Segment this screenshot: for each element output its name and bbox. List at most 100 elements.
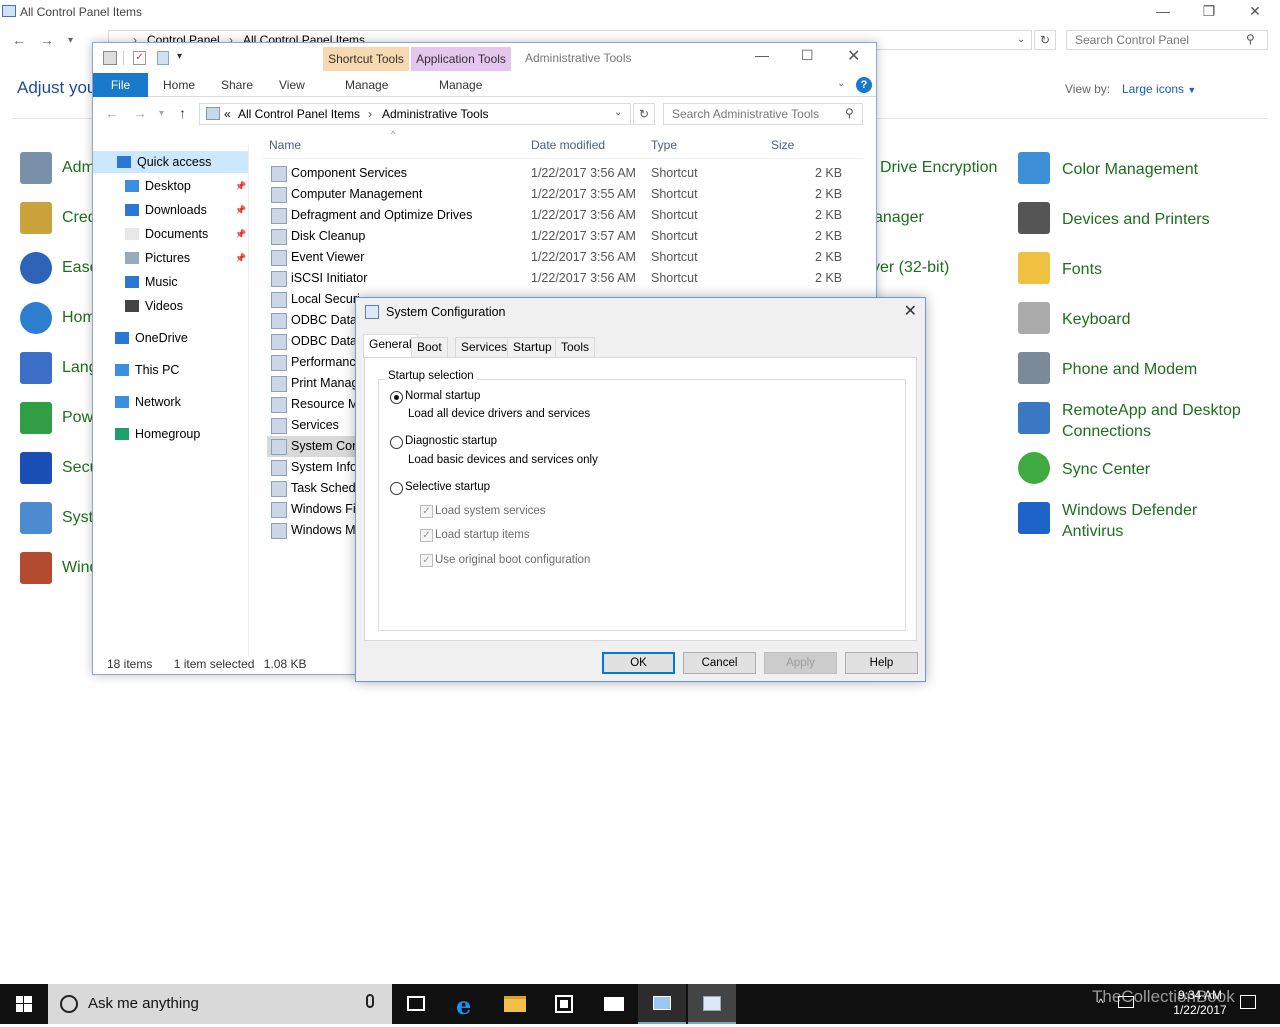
file-row[interactable]: Computer Management 1/22/2017 3:55 AM Shor…: [267, 184, 863, 205]
back-icon[interactable]: ←: [12, 32, 26, 48]
file-row[interactable]: Disk Cleanup 1/22/2017 3:57 AM Shortcut 2 K…: [267, 226, 863, 247]
selective-startup-radio[interactable]: [390, 482, 403, 495]
normal-startup-radio[interactable]: [390, 391, 403, 404]
nav-item[interactable]: Desktop 📌: [93, 175, 248, 197]
breadcrumb-admin-tools[interactable]: Administrative Tools: [382, 107, 489, 121]
cp-item-label[interactable]: Windows Defender Antivirus: [1062, 500, 1197, 542]
checkmark-doc-icon[interactable]: ✓: [133, 51, 146, 65]
cp-item-label[interactable]: Drive Encryption: [880, 159, 997, 177]
tab-boot[interactable]: Boot: [411, 337, 448, 357]
clock[interactable]: 9:34 AM 1/22/2017: [1160, 988, 1240, 1018]
cancel-button[interactable]: Cancel: [683, 652, 756, 674]
nav-item[interactable]: Homegroup: [93, 423, 248, 445]
cp-item-label[interactable]: yer (32-bit): [872, 259, 949, 277]
tab-manage-application[interactable]: Manage: [439, 78, 482, 92]
shortcut-tools-context-tab[interactable]: Shortcut Tools: [323, 47, 409, 71]
nav-item[interactable]: OneDrive: [93, 327, 248, 349]
application-tools-context-tab[interactable]: Application Tools: [411, 47, 511, 71]
help-button[interactable]: Help: [845, 652, 918, 674]
start-button[interactable]: [0, 984, 48, 1024]
network-icon[interactable]: [1118, 996, 1134, 1008]
selective-startup-label[interactable]: Selective startup: [405, 481, 490, 493]
tab-home[interactable]: Home: [163, 78, 195, 92]
address-overflow[interactable]: «: [224, 107, 231, 121]
refresh-icon[interactable]: ↻: [633, 103, 655, 125]
action-center-icon[interactable]: [1240, 995, 1256, 1009]
task-view-icon[interactable]: [392, 984, 440, 1024]
cp-item-label[interactable]: RemoteApp and Desktop Connections: [1062, 400, 1241, 442]
new-folder-icon[interactable]: [157, 51, 169, 65]
cp-item-label[interactable]: Pow: [62, 409, 93, 427]
tab-startup[interactable]: Startup: [507, 337, 558, 357]
up-icon[interactable]: ↑: [179, 105, 186, 121]
mail-icon[interactable]: [590, 984, 638, 1024]
column-date-modified[interactable]: Date modified: [531, 138, 605, 152]
cp-item-label[interactable]: Sync Center: [1062, 459, 1150, 480]
load-startup-items-checkbox[interactable]: ✓: [420, 529, 433, 542]
column-size[interactable]: Size: [771, 138, 794, 152]
close-button[interactable]: ✕: [1232, 0, 1278, 22]
minimize-button[interactable]: —: [755, 47, 769, 63]
refresh-icon[interactable]: ↻: [1034, 30, 1056, 50]
expand-ribbon-icon[interactable]: ⌄: [837, 78, 845, 89]
maximize-button[interactable]: ☐: [801, 47, 814, 64]
store-icon[interactable]: [540, 984, 588, 1024]
tab-services[interactable]: Services: [455, 337, 514, 357]
properties-icon[interactable]: [103, 51, 117, 65]
cp-item-label[interactable]: Hom: [62, 309, 96, 327]
file-explorer-icon[interactable]: [490, 984, 538, 1024]
minimize-button[interactable]: —: [1140, 0, 1186, 22]
restore-button[interactable]: ❐: [1186, 0, 1232, 22]
edge-icon[interactable]: e: [442, 984, 490, 1024]
cortana-search-box[interactable]: Ask me anything: [48, 984, 392, 1024]
forward-icon[interactable]: →: [40, 32, 54, 48]
cp-item-label[interactable]: Keyboard: [1062, 309, 1131, 330]
close-button[interactable]: ✕: [847, 46, 860, 66]
nav-item[interactable]: Videos: [93, 295, 248, 317]
tab-general[interactable]: General: [363, 334, 418, 358]
forward-icon[interactable]: →: [133, 105, 147, 121]
tab-view[interactable]: View: [279, 78, 305, 92]
tab-tools[interactable]: Tools: [555, 337, 596, 357]
column-type[interactable]: Type: [651, 138, 677, 152]
nav-item[interactable]: Pictures 📌: [93, 247, 248, 269]
nav-item[interactable]: Documents 📌: [93, 223, 248, 245]
tab-manage-shortcut[interactable]: Manage: [345, 78, 388, 92]
load-system-services-checkbox[interactable]: ✓: [420, 505, 433, 518]
nav-item[interactable]: This PC: [93, 359, 248, 381]
cp-item-label[interactable]: Devices and Printers: [1062, 209, 1210, 230]
close-button[interactable]: ✕: [904, 301, 917, 321]
help-icon[interactable]: ?: [856, 77, 872, 93]
cp-item-label[interactable]: Adm: [62, 159, 95, 177]
breadcrumb-all-items[interactable]: All Control Panel Items: [238, 107, 360, 121]
quick-access-dropdown-icon[interactable]: ▾: [177, 51, 182, 62]
diagnostic-startup-radio[interactable]: [390, 436, 403, 449]
apply-button[interactable]: Apply: [764, 652, 837, 674]
search-input[interactable]: Search Administrative Tools: [663, 103, 863, 125]
address-dropdown-icon[interactable]: ⌄: [1017, 34, 1025, 45]
file-row[interactable]: Component Services 1/22/2017 3:56 AM Short…: [267, 163, 863, 184]
cp-item-label[interactable]: Color Management: [1062, 159, 1198, 180]
tab-file[interactable]: File: [93, 73, 148, 97]
column-name[interactable]: Name: [269, 138, 301, 152]
back-icon[interactable]: ←: [105, 105, 119, 121]
file-row[interactable]: Event Viewer 1/22/2017 3:56 AM Shortcut 2 K…: [267, 247, 863, 268]
cp-item-label[interactable]: anager: [874, 209, 924, 227]
show-hidden-icons[interactable]: ^: [1098, 996, 1104, 1010]
nav-item[interactable]: Network: [93, 391, 248, 413]
microphone-icon[interactable]: [366, 994, 374, 1008]
search-input[interactable]: Search Control Panel: [1066, 30, 1268, 50]
address-dropdown-icon[interactable]: ⌄: [614, 107, 622, 118]
view-by-select[interactable]: Large icons ▼: [1122, 82, 1196, 96]
nav-item[interactable]: Music: [93, 271, 248, 293]
use-original-boot-checkbox[interactable]: ✓: [420, 554, 433, 567]
address-bar[interactable]: « All Control Panel Items › Administrati…: [199, 103, 631, 125]
diagnostic-startup-label[interactable]: Diagnostic startup: [405, 435, 497, 447]
cp-item-label[interactable]: Syst: [62, 509, 93, 527]
nav-item[interactable]: Quick access: [93, 151, 248, 173]
control-panel-taskbar-icon[interactable]: [638, 984, 686, 1024]
cp-item-label[interactable]: Fonts: [1062, 259, 1102, 280]
file-row[interactable]: Defragment and Optimize Drives 1/22/2017 …: [267, 205, 863, 226]
cp-item-label[interactable]: Phone and Modem: [1062, 359, 1197, 380]
tab-share[interactable]: Share: [221, 78, 253, 92]
